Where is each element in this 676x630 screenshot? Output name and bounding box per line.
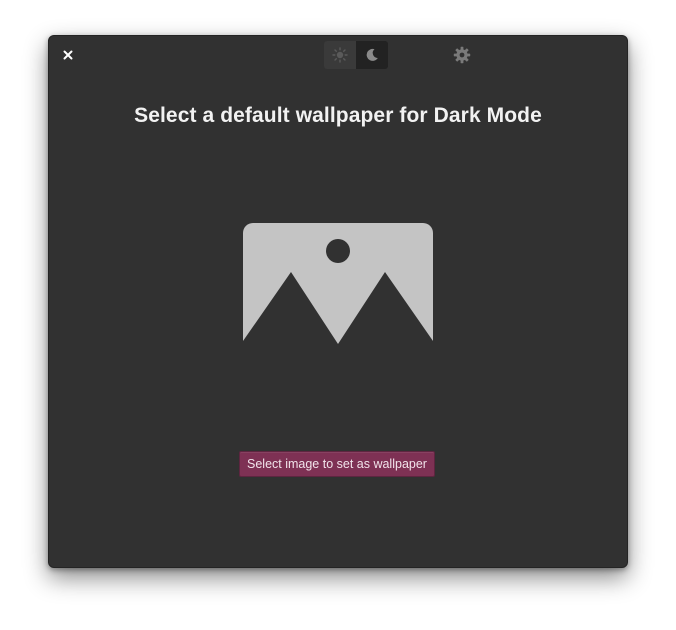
light-mode-button[interactable] xyxy=(324,41,356,69)
image-placeholder-icon xyxy=(243,223,433,344)
close-button[interactable] xyxy=(59,46,77,64)
appearance-mode-switch xyxy=(324,41,388,69)
wallpaper-dialog: Select a default wallpaper for Dark Mode… xyxy=(48,35,628,568)
dark-mode-button[interactable] xyxy=(356,41,388,69)
settings-button[interactable] xyxy=(452,45,472,65)
gear-icon xyxy=(453,46,471,64)
close-icon xyxy=(63,50,73,60)
wallpaper-preview xyxy=(243,223,433,347)
moon-icon xyxy=(366,48,378,61)
sun-icon xyxy=(332,47,348,63)
select-image-button[interactable]: Select image to set as wallpaper xyxy=(239,451,435,477)
dialog-title: Select a default wallpaper for Dark Mode xyxy=(134,104,542,127)
